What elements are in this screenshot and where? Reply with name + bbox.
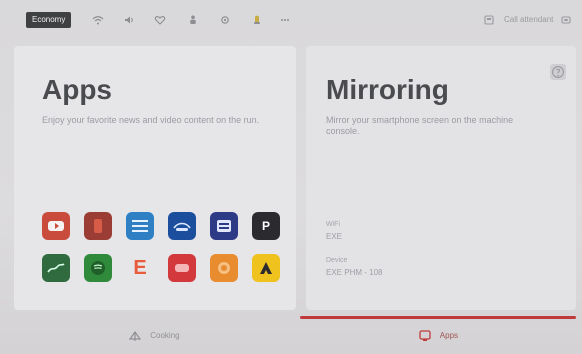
- cnn-app-icon[interactable]: [168, 254, 196, 282]
- help-icon[interactable]: [550, 64, 566, 80]
- wifi-icon[interactable]: [92, 14, 104, 26]
- p-app-label: P: [261, 219, 270, 233]
- red-app-icon[interactable]: [84, 212, 112, 240]
- device-value: EXE PHM - 108: [326, 268, 383, 277]
- e-app-icon[interactable]: E: [126, 254, 154, 282]
- screen-icon[interactable]: [483, 14, 495, 26]
- mirroring-description: Mirror your smartphone screen on the mac…: [326, 115, 514, 136]
- green-chart-app-icon[interactable]: [42, 254, 70, 282]
- apps-description: Enjoy your favorite news and video conte…: [42, 115, 260, 125]
- top-status-bar: Economy Call attendant: [0, 0, 582, 40]
- cooking-icon: [128, 329, 142, 343]
- mirroring-panel[interactable]: Mirroring Mirror your smartphone screen …: [306, 46, 576, 310]
- apps-panel[interactable]: Apps Enjoy your favorite news and video …: [14, 46, 296, 310]
- orange-app-icon[interactable]: [210, 254, 238, 282]
- seat-icon[interactable]: [251, 14, 263, 26]
- bottom-tab-cooking[interactable]: Cooking: [128, 328, 180, 344]
- navy-grid-app-icon[interactable]: [210, 212, 238, 240]
- blue-list-app-icon[interactable]: [126, 212, 154, 240]
- heart-icon[interactable]: [154, 14, 166, 26]
- p-app-icon[interactable]: P: [252, 212, 280, 240]
- wifi-label: WiFi: [326, 221, 340, 228]
- apps-tab-label: Apps: [439, 331, 459, 340]
- apps-tab-icon: [418, 329, 432, 343]
- audio-icon[interactable]: [123, 14, 135, 26]
- bottom-nav: Cooking Apps: [0, 316, 582, 354]
- e-app-label: E: [133, 257, 147, 279]
- more-icon[interactable]: [279, 14, 291, 26]
- status-text: Call attendant: [504, 15, 554, 24]
- disney-app-icon[interactable]: [168, 212, 196, 240]
- gear-icon[interactable]: [219, 14, 231, 26]
- light-icon[interactable]: [560, 14, 572, 26]
- screen: Economy Call attendant Apps Enjoy your f…: [0, 0, 582, 354]
- selected-tab-indicator: [300, 316, 576, 319]
- mirroring-title: Mirroring: [326, 74, 449, 105]
- spotify-app-icon[interactable]: [84, 254, 112, 282]
- cooking-label: Cooking: [150, 331, 180, 340]
- class-badge[interactable]: Economy: [26, 12, 72, 28]
- wifi-value: EXE: [326, 232, 343, 241]
- youtube-app-icon[interactable]: [42, 212, 70, 240]
- apps-title: Apps: [42, 74, 112, 105]
- person-icon[interactable]: [187, 14, 199, 26]
- bottom-tab-apps[interactable]: Apps: [418, 328, 458, 344]
- device-label: Device: [326, 257, 348, 264]
- yellow-app-icon[interactable]: [252, 254, 280, 282]
